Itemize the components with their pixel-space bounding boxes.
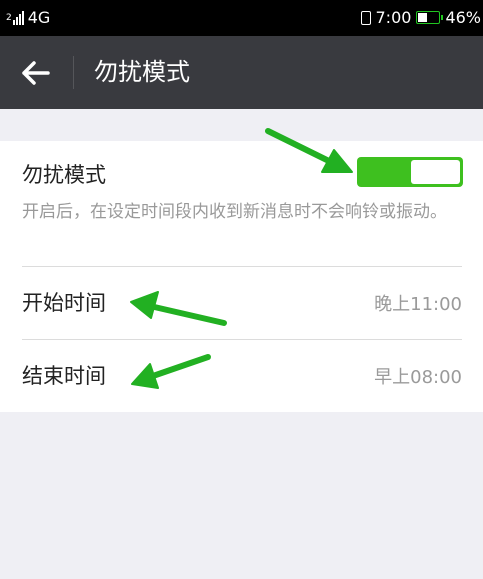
battery-icon	[416, 11, 444, 24]
dnd-label: 勿扰模式	[22, 163, 106, 187]
network-type: 4G	[27, 8, 51, 27]
dnd-description: 开启后，在设定时间段内收到新消息时不会响铃或振动。	[22, 202, 447, 222]
end-time-label: 结束时间	[22, 364, 106, 388]
settings-card: 勿扰模式 开启后，在设定时间段内收到新消息时不会响铃或振动。 开始时间 晚上11…	[0, 141, 483, 412]
page-title: 勿扰模式	[94, 58, 190, 86]
clock: 7:00	[375, 8, 412, 27]
title-bar: 勿扰模式	[0, 36, 483, 109]
dnd-toggle[interactable]	[357, 157, 463, 187]
title-divider	[73, 56, 74, 89]
back-arrow-icon	[22, 61, 50, 85]
end-time-row[interactable]: 结束时间 早上08:00	[0, 340, 483, 412]
start-time-value: 晚上11:00	[374, 294, 462, 315]
status-bar: 2 4G 7:00 46%	[0, 0, 483, 36]
toggle-knob	[411, 160, 460, 184]
start-time-label: 开始时间	[22, 291, 106, 315]
start-time-row[interactable]: 开始时间 晚上11:00	[0, 267, 483, 339]
end-time-value: 早上08:00	[374, 367, 462, 388]
battery-percent: 46%	[445, 8, 481, 27]
vibrate-icon	[360, 10, 371, 25]
sim-slot-label: 2	[6, 12, 12, 23]
signal-icon	[12, 10, 24, 25]
back-button[interactable]	[20, 56, 56, 90]
